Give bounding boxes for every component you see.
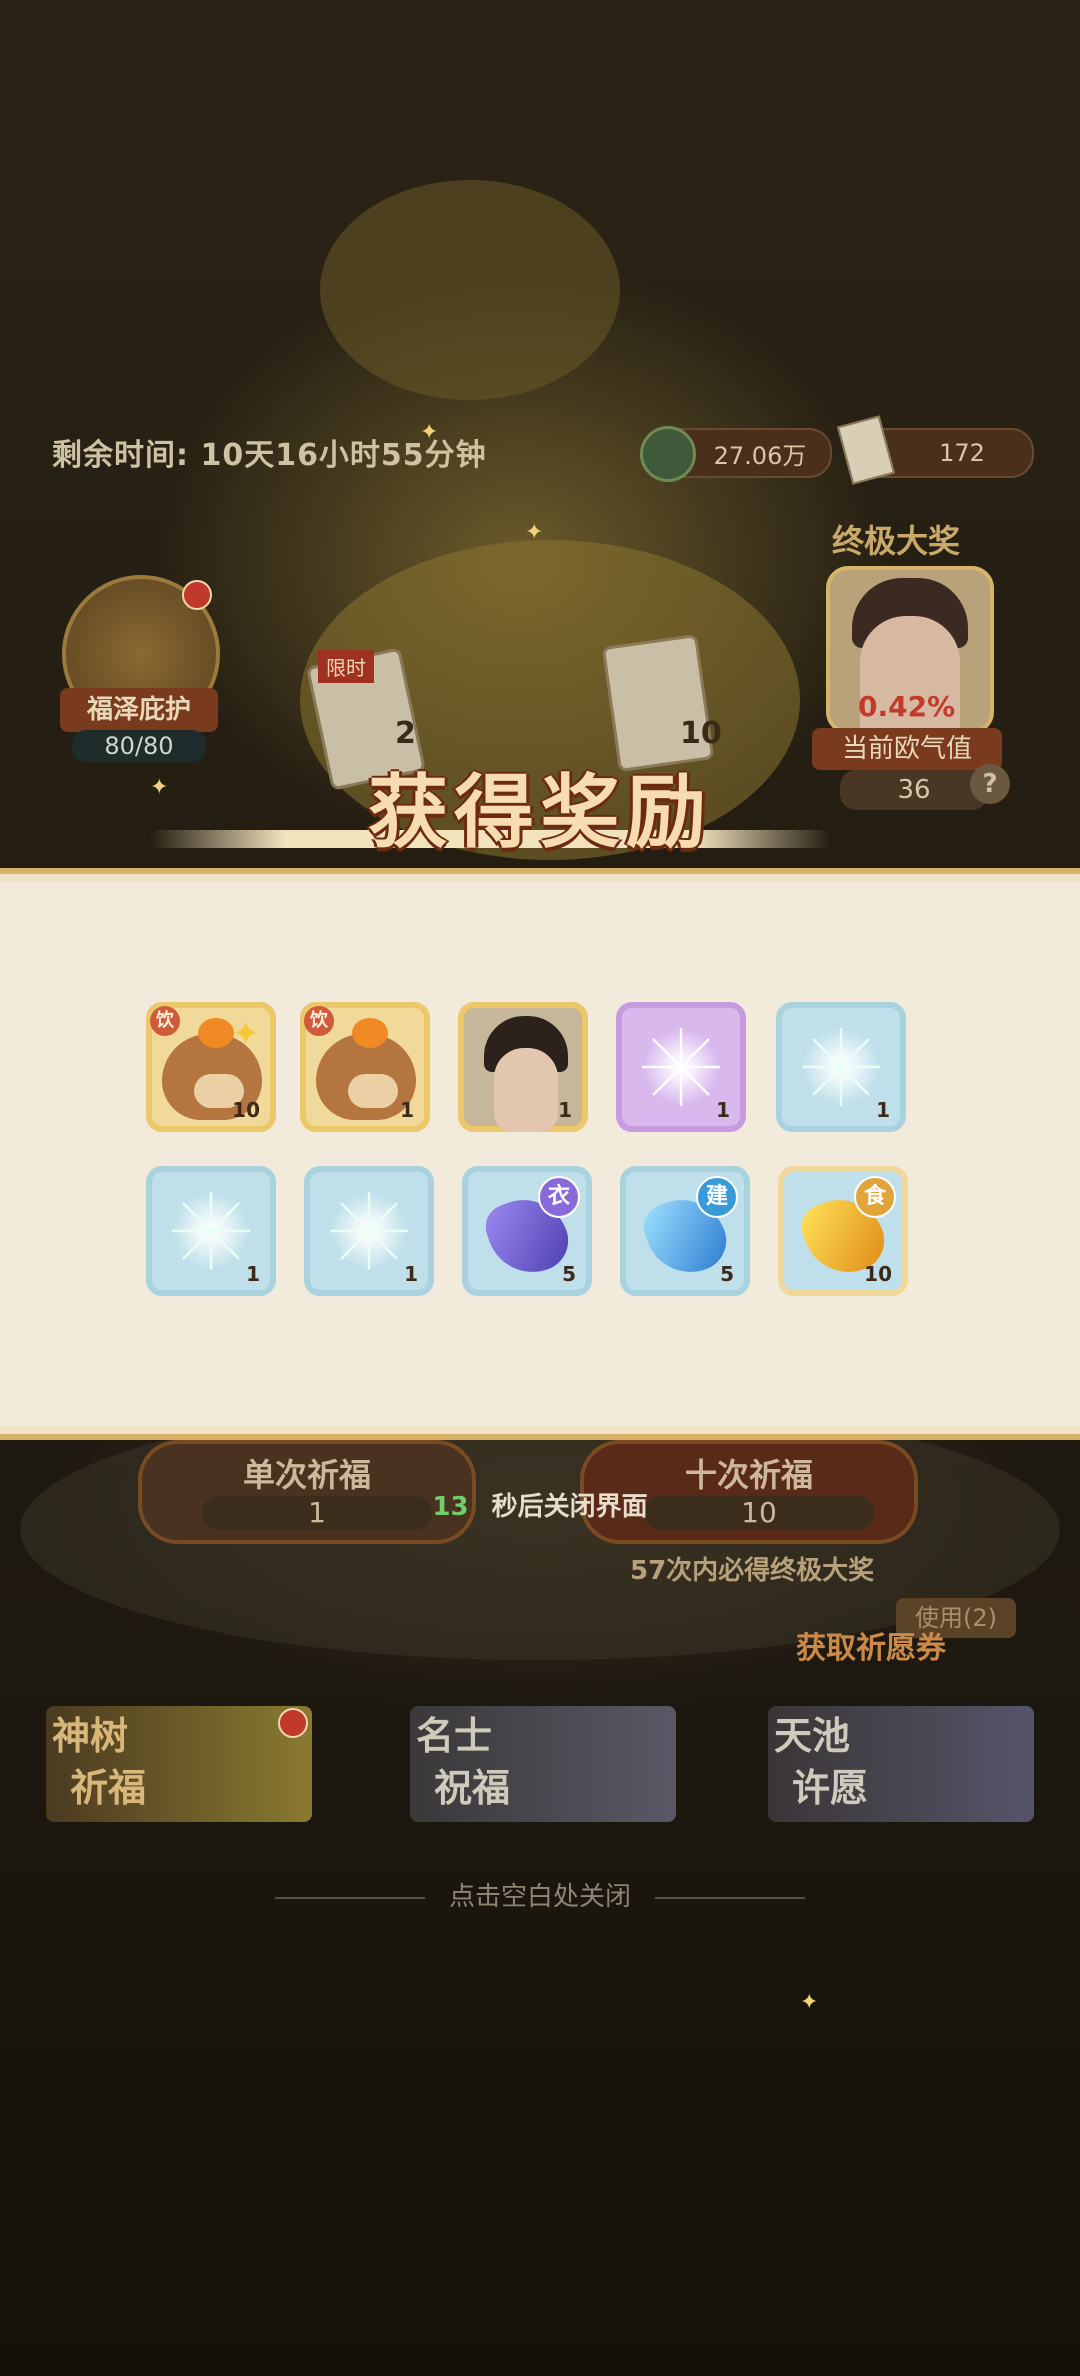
item-quantity: 10 (232, 1098, 260, 1122)
orange-icon (352, 1018, 388, 1048)
orange-icon (198, 1018, 234, 1048)
get-ticket-link[interactable]: 获取祈愿券 (796, 1623, 946, 1667)
coin-counter[interactable]: 27.06万 (640, 426, 832, 482)
tab-label-line1: 神树 (52, 1713, 129, 1758)
drink-tag: 饮 (304, 1006, 334, 1036)
tab-label-line2: 许愿 (792, 1765, 869, 1810)
close-hint-text: 点击空白处关闭 (448, 1882, 631, 1912)
firework-icon (636, 1022, 726, 1112)
reward-item-purple-firework[interactable]: 1 (616, 1002, 746, 1132)
reward-title: 获得奖励 (368, 765, 712, 859)
tab-label: 名士 祝福 (416, 1710, 510, 1814)
remaining-time-text: 剩余时间: 10天16小时55分钟 (52, 438, 487, 473)
grand-prize-percent: 0.42% (858, 690, 956, 723)
countdown-seconds: 13 (432, 1492, 469, 1522)
item-quantity: 1 (558, 1098, 572, 1122)
tab-sacred-tree[interactable]: 神树 祈福 (46, 1706, 312, 1822)
tab-label-line1: 天池 (774, 1713, 851, 1758)
item-quantity: 5 (720, 1262, 734, 1286)
reward-item-building-gem[interactable]: 建 5 (620, 1166, 750, 1296)
blessing-protection-label: 福泽庇护 (60, 688, 218, 732)
reward-panel: ✦ 饮 10 饮 1 1 1 1 1 1 衣 5 建 5 食 10 (0, 868, 1080, 1440)
reward-item-character[interactable]: 1 (458, 1002, 588, 1132)
item-quantity: 1 (876, 1098, 890, 1122)
coin-icon (640, 426, 696, 482)
bear-face (348, 1074, 398, 1108)
item-quantity: 1 (404, 1262, 418, 1286)
firework-icon (796, 1022, 886, 1112)
tab-label-line1: 名士 (416, 1713, 493, 1758)
drink-tag: 饮 (150, 1006, 180, 1036)
item-quantity: 1 (716, 1098, 730, 1122)
item-quantity: 1 (400, 1098, 414, 1122)
ticket-value: 172 (939, 439, 985, 467)
building-tag: 建 (696, 1176, 738, 1218)
tab-label-line2: 祈福 (70, 1765, 147, 1810)
star-icon: ✦ (231, 1014, 261, 1054)
notification-dot (278, 1708, 308, 1738)
reward-item-bear-drink[interactable]: 饮 1 (300, 1002, 430, 1132)
reward-item-clothing-gem[interactable]: 衣 5 (462, 1166, 592, 1296)
tab-label-line2: 祝福 (434, 1765, 511, 1810)
notification-dot (182, 580, 212, 610)
item-quantity: 10 (864, 1262, 892, 1286)
ticket-card-count: 10 (680, 716, 722, 751)
coin-value: 27.06万 (713, 441, 807, 470)
limited-card-count: 2 (395, 716, 416, 751)
tab-label: 神树 祈福 (52, 1710, 146, 1814)
item-quantity: 1 (246, 1262, 260, 1286)
tab-label: 天池 许愿 (774, 1710, 868, 1814)
reward-item-blue-firework[interactable]: 1 (304, 1166, 434, 1296)
clothing-tag: 衣 (538, 1176, 580, 1218)
sparkle-icon: ✦ (525, 520, 544, 545)
firework-icon (166, 1186, 256, 1276)
reward-item-blue-firework[interactable]: 1 (776, 1002, 906, 1132)
auto-close-countdown: 13 秒后关闭界面 (0, 1486, 1080, 1523)
reward-item-food-gem[interactable]: 食 10 (778, 1166, 908, 1296)
reward-item-blue-firework[interactable]: 1 (146, 1166, 276, 1296)
tab-heavenly-pool[interactable]: 天池 许愿 (768, 1706, 1034, 1822)
guarantee-text: 57次内必得终极大奖 (630, 1556, 875, 1586)
limited-tag: 限时 (318, 650, 374, 683)
item-quantity: 5 (562, 1262, 576, 1286)
ticket-counter[interactable]: 172 (836, 415, 1034, 485)
sparkle-icon: ✦ (800, 1990, 819, 2015)
food-tag: 食 (854, 1176, 896, 1218)
tree-canopy-decoration (320, 180, 620, 400)
close-hint[interactable]: 点击空白处关闭 (0, 1876, 1080, 1913)
firework-icon (324, 1186, 414, 1276)
countdown-text: 秒后关闭界面 (491, 1492, 648, 1522)
grand-prize-title: 终极大奖 (832, 522, 961, 560)
portrait-face (494, 1048, 558, 1132)
reward-item-bear-drink[interactable]: ✦ 饮 10 (146, 1002, 276, 1132)
tab-famous-scholar[interactable]: 名士 祝福 (410, 1706, 676, 1822)
